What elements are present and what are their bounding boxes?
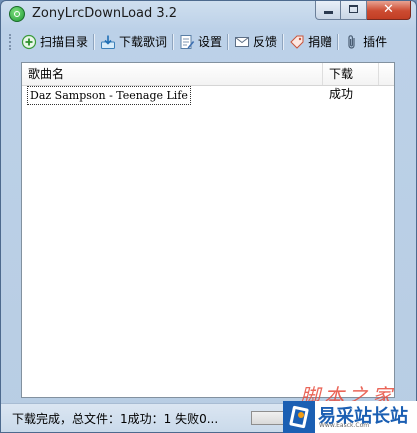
paperclip-icon [348,34,355,49]
column-header-song-name[interactable]: 歌曲名 [22,63,323,85]
column-header-download[interactable]: 下载 [323,63,379,85]
minimize-icon [324,11,333,14]
maximize-button[interactable] [341,1,367,20]
toolbar-separator [337,33,340,50]
close-icon: ✕ [383,2,394,17]
download-lyrics-button[interactable]: 下载歌词 [96,31,171,53]
window-title: ZonyLrcDownLoad 3.2 [32,6,178,21]
toolbar: 扫描目录 下载歌词 设置 反馈 捐赠 插件 [9,30,408,53]
watermark-badge: 易采站长站 Www.Easck.Com [283,401,417,433]
app-logo-icon [9,6,25,22]
settings-label: 设置 [198,35,223,49]
song-list[interactable]: 歌曲名 下载 Daz Sampson - Teenage Life 成功 [21,62,395,398]
scan-directory-button[interactable]: 扫描目录 [17,31,92,53]
plugins-button[interactable]: 插件 [340,31,391,53]
donate-button[interactable]: 捐赠 [285,31,336,53]
list-item[interactable]: Daz Sampson - Teenage Life 成功 [22,86,394,105]
minimize-button[interactable] [315,1,341,20]
maximize-icon [349,5,358,13]
toolbar-separator [172,33,175,50]
toolbar-separator [282,33,285,50]
toolbar-grip[interactable] [9,33,14,50]
download-status-cell: 成功 [329,87,354,101]
app-window: ZonyLrcDownLoad 3.2 ✕ 扫描目录 下载歌词 设置 反馈 捐赠… [0,0,417,433]
toolbar-separator [227,33,230,50]
download-lyrics-label: 下载歌词 [119,35,168,49]
watermark-url: Www.Easck.Com [319,422,370,429]
envelope-icon [235,36,250,47]
download-tray-icon [101,35,116,49]
window-controls: ✕ [315,1,411,20]
plugins-label: 插件 [363,35,388,49]
list-header: 歌曲名 下载 [22,63,394,86]
toolbar-separator [93,33,96,50]
title-bar[interactable]: ZonyLrcDownLoad 3.2 ✕ [1,1,416,28]
song-name-cell: Daz Sampson - Teenage Life [27,86,191,105]
feedback-label: 反馈 [253,35,278,49]
status-text: 下载完成，总文件：1成功：1 失败0... [12,412,219,426]
close-button[interactable]: ✕ [367,1,411,20]
donate-label: 捐赠 [308,35,333,49]
feedback-button[interactable]: 反馈 [230,31,281,53]
scan-directory-label: 扫描目录 [40,35,89,49]
settings-button[interactable]: 设置 [175,31,226,53]
watermark-logo-icon [283,401,315,433]
tag-icon [290,35,304,49]
settings-notepad-icon [180,34,195,49]
plus-circle-icon [21,34,37,49]
